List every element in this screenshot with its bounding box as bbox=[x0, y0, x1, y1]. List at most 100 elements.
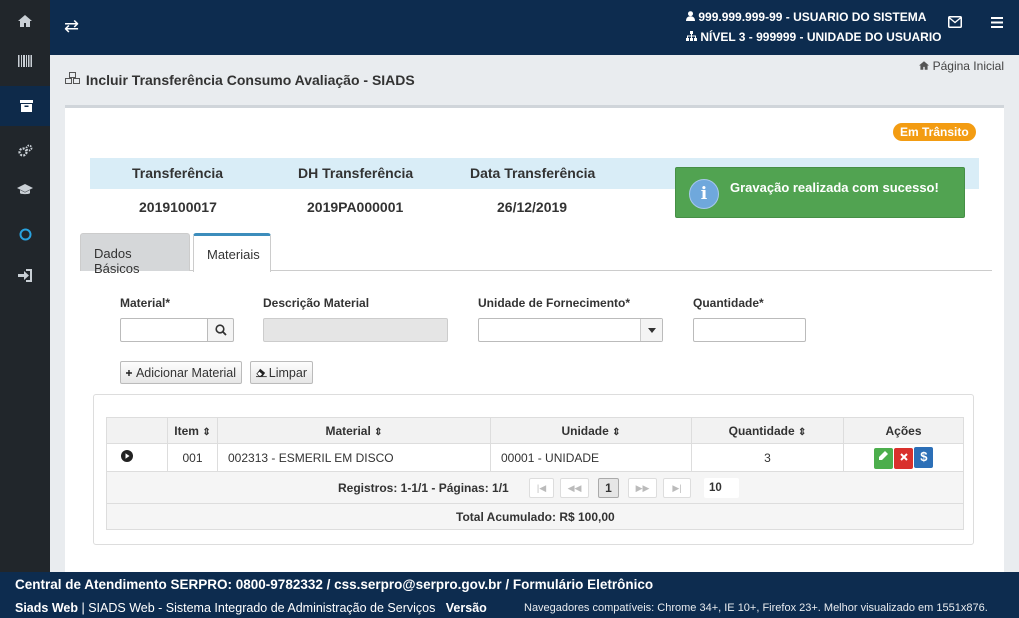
next-page-button[interactable]: ▶▶ bbox=[628, 478, 657, 498]
column-acoes: Ações bbox=[843, 417, 964, 444]
materials-table: Item ⇕ Material ⇕ Unidade ⇕ Quantidade ⇕… bbox=[106, 417, 964, 472]
sort-icon: ⇕ bbox=[374, 426, 383, 438]
price-button[interactable]: $ bbox=[914, 446, 934, 468]
table-row: 001 002313 - ESMERIL EM DISCO 00001 - UN… bbox=[106, 443, 964, 472]
header-transferencia: Transferência bbox=[132, 165, 224, 181]
row-unidade: 00001 - UNIDADE bbox=[490, 443, 692, 472]
description-label: Descrição Material bbox=[263, 296, 370, 310]
menu-icon[interactable] bbox=[991, 16, 1005, 34]
top-navbar: ⇄ 999.999.999-99 - USUARIO DO SISTEMA NÍ… bbox=[50, 0, 1019, 55]
plus-icon bbox=[126, 369, 132, 376]
sort-icon: ⇕ bbox=[612, 426, 621, 438]
material-input[interactable] bbox=[120, 318, 208, 342]
materials-grid: Item ⇕ Material ⇕ Unidade ⇕ Quantidade ⇕… bbox=[93, 394, 974, 545]
column-unidade-label: Unidade bbox=[561, 423, 609, 438]
close-icon bbox=[899, 452, 908, 461]
success-toast[interactable]: i Gravação realizada com sucesso! bbox=[675, 167, 965, 218]
mail-icon[interactable] bbox=[948, 16, 966, 34]
row-material: 002313 - ESMERIL EM DISCO bbox=[217, 443, 491, 472]
first-page-button[interactable]: |◀ bbox=[529, 478, 554, 498]
header-dh-transferencia: DH Transferência bbox=[298, 165, 414, 181]
expand-row-icon[interactable] bbox=[121, 450, 133, 462]
home-small-icon bbox=[919, 59, 932, 73]
column-quantidade[interactable]: Quantidade ⇕ bbox=[691, 417, 844, 444]
sign-in-icon[interactable] bbox=[0, 255, 50, 295]
page-title: Incluir Transferência Consumo Avaliação … bbox=[64, 72, 415, 88]
barcode-icon[interactable] bbox=[0, 41, 50, 81]
unit-select-arrow[interactable] bbox=[640, 319, 662, 341]
sort-icon: ⇕ bbox=[797, 426, 807, 438]
footer-contact: Central de Atendimento SERPRO: 0800-9782… bbox=[15, 577, 654, 592]
user-icon bbox=[686, 10, 698, 24]
edit-button[interactable] bbox=[873, 447, 893, 469]
page-size-select[interactable]: 10 bbox=[704, 478, 739, 498]
header-data-transferencia: Data Transferência bbox=[470, 165, 596, 181]
home-link[interactable]: Página Inicial bbox=[919, 59, 1004, 73]
pagination-bar: Registros: 1-1/1 - Páginas: 1/1 |◀ ◀◀ 1 … bbox=[106, 472, 964, 504]
eraser-icon bbox=[256, 368, 267, 378]
circle-icon[interactable] bbox=[0, 214, 50, 254]
next-page-icon: ▶▶ bbox=[635, 483, 650, 493]
page-size-value: 10 bbox=[709, 482, 722, 494]
sort-icon: ⇕ bbox=[202, 426, 211, 438]
first-page-icon: |◀ bbox=[536, 483, 547, 493]
row-expand-cell[interactable] bbox=[106, 443, 168, 472]
column-unidade[interactable]: Unidade ⇕ bbox=[490, 417, 692, 444]
column-material[interactable]: Material ⇕ bbox=[217, 417, 491, 444]
footer-app-line: Siads Web | SIADS Web - Sistema Integrad… bbox=[15, 601, 487, 615]
last-page-button[interactable]: ▶| bbox=[663, 478, 691, 498]
footer-app-desc: SIADS Web - Sistema Integrado de Adminis… bbox=[88, 601, 436, 615]
quantity-label: Quantidade* bbox=[693, 296, 764, 310]
clear-button[interactable]: Limpar bbox=[250, 361, 313, 384]
user-info: 999.999.999-99 - USUARIO DO SISTEMA bbox=[686, 10, 926, 24]
quantity-input[interactable] bbox=[693, 318, 806, 342]
content-card: Em Trânsito Transferência DH Transferênc… bbox=[65, 105, 1004, 575]
material-search-button[interactable] bbox=[207, 318, 234, 342]
page-1-button[interactable]: 1 bbox=[598, 478, 619, 498]
prev-page-icon: ◀◀ bbox=[567, 483, 582, 493]
pager-info: Registros: 1-1/1 - Páginas: 1/1 bbox=[338, 481, 509, 495]
level-info: NÍVEL 3 - 999999 - UNIDADE DO USUARIO bbox=[686, 30, 942, 44]
column-item[interactable]: Item ⇕ bbox=[167, 417, 218, 444]
search-icon bbox=[214, 324, 227, 336]
footer-app-name: Siads Web bbox=[15, 601, 78, 615]
column-quantidade-label: Quantidade bbox=[728, 423, 795, 438]
dollar-icon: $ bbox=[920, 448, 928, 464]
add-material-button[interactable]: Adicionar Material bbox=[120, 361, 242, 384]
delete-button[interactable] bbox=[894, 447, 913, 469]
tab-materiais[interactable]: Materiais bbox=[193, 233, 271, 272]
sitemap-icon bbox=[686, 30, 700, 44]
row-quantidade: 3 bbox=[691, 443, 844, 472]
unit-select[interactable] bbox=[478, 318, 663, 342]
column-expand bbox=[106, 417, 168, 444]
value-data-transferencia: 26/12/2019 bbox=[497, 199, 568, 215]
footer-browsers: Navegadores compatíveis: Chrome 34+, IE … bbox=[524, 602, 988, 614]
page-title-text: Incluir Transferência Consumo Avaliação … bbox=[85, 72, 415, 88]
footer-version: Versão bbox=[445, 601, 487, 615]
footer: Central de Atendimento SERPRO: 0800-9782… bbox=[0, 572, 1019, 618]
cogs-icon[interactable] bbox=[0, 130, 50, 170]
add-material-label: Adicionar Material bbox=[135, 365, 236, 380]
info-icon: i bbox=[689, 179, 719, 209]
caret-down-icon bbox=[647, 327, 656, 333]
toggle-sidebar-icon[interactable]: ⇄ bbox=[64, 14, 84, 38]
home-icon[interactable] bbox=[0, 1, 50, 41]
row-item: 001 bbox=[167, 443, 218, 472]
column-acoes-label: Ações bbox=[885, 423, 922, 438]
total-text: Total Acumulado: R$ 100,00 bbox=[456, 510, 615, 524]
tab-dados-basicos[interactable]: Dados Básicos bbox=[80, 233, 190, 276]
pencil-icon bbox=[879, 450, 889, 460]
prev-page-button[interactable]: ◀◀ bbox=[560, 478, 589, 498]
cubes-icon bbox=[64, 72, 86, 88]
main-content: Página Inicial Incluir Transferência Con… bbox=[50, 55, 1019, 575]
value-dh-transferencia: 2019PA000001 bbox=[307, 199, 404, 215]
status-badge: Em Trânsito bbox=[893, 123, 976, 141]
column-item-label: Item bbox=[174, 423, 199, 438]
graduation-cap-icon[interactable] bbox=[0, 170, 50, 210]
level-text: NÍVEL 3 - 999999 - UNIDADE DO USUARIO bbox=[700, 30, 942, 44]
description-field bbox=[263, 318, 448, 342]
home-link-label: Página Inicial bbox=[932, 59, 1004, 73]
archive-icon[interactable] bbox=[0, 86, 50, 126]
clear-label: Limpar bbox=[268, 365, 307, 380]
unit-label: Unidade de Fornecimento* bbox=[478, 296, 631, 310]
